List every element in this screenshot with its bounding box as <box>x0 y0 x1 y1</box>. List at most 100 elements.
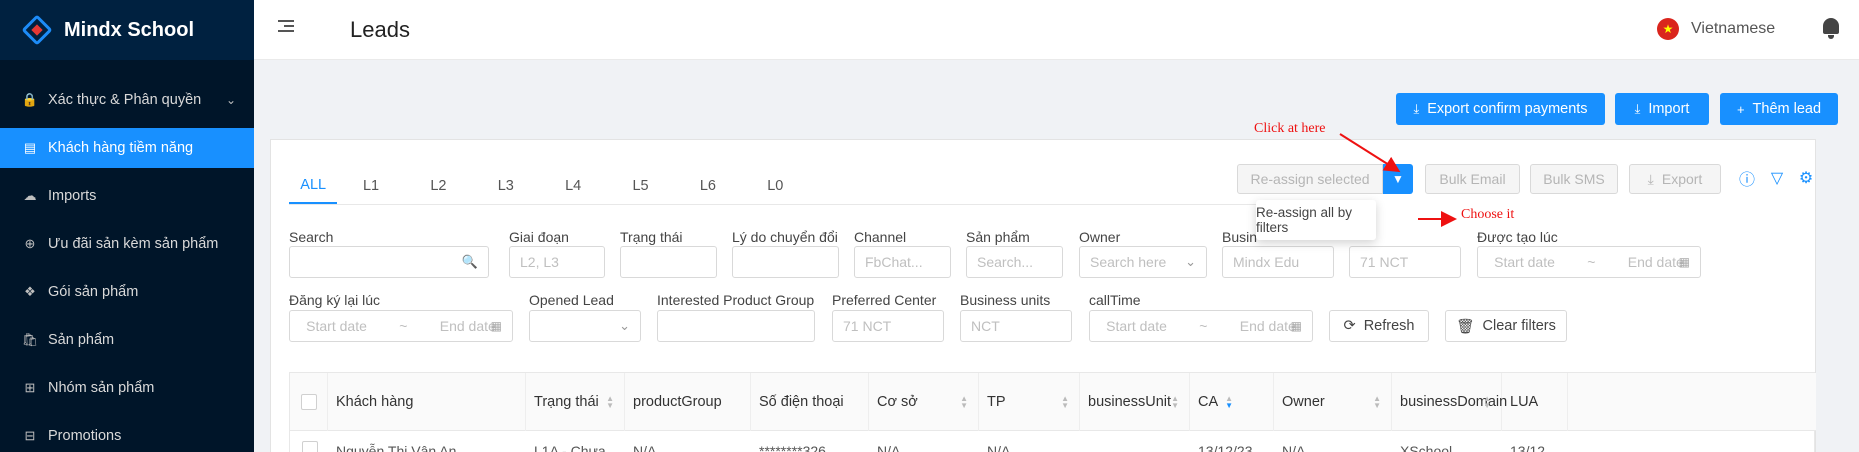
re-register-range[interactable]: Start date ~ End date ▦ <box>289 310 513 342</box>
search-label: Search <box>289 229 334 245</box>
owner-select[interactable]: Search here ⌄ <box>1079 246 1207 278</box>
sidebar-item-product-groups[interactable]: ⊞ Nhóm sản phẩm <box>0 368 254 408</box>
column-label: LUA <box>1510 394 1539 410</box>
column-label: Số điện thoại <box>759 394 844 410</box>
col-business-domain[interactable]: businessDomain ▲ ▼ <box>1392 373 1507 431</box>
app-name: Mindx School <box>64 18 194 41</box>
button-label: Clear filters <box>1482 318 1556 334</box>
language-selector[interactable]: ★ Vietnamese <box>1657 18 1775 40</box>
row-checkbox[interactable] <box>302 441 318 452</box>
col-business-unit[interactable]: businessUnit ▲ ▼ <box>1080 373 1190 431</box>
table-row[interactable]: Nguyễn Thị Vân An L1A - Chưa ... N/A ***… <box>290 431 1816 452</box>
sort-icon: ▲ ▼ <box>1171 394 1179 410</box>
bulk-email-button[interactable]: Bulk Email <box>1425 164 1520 194</box>
add-lead-button[interactable]: + Thêm lead <box>1720 93 1838 125</box>
tab-l1[interactable]: L1 <box>337 168 404 204</box>
contacts-icon: ▤ <box>23 140 37 155</box>
refresh-icon: ⟳ <box>1343 318 1356 334</box>
reassign-dropdown-button[interactable]: ▼ <box>1383 164 1413 194</box>
sidebar-item-auth[interactable]: 🔒 Xác thực & Phân quyền ⌄ <box>0 80 254 120</box>
reassign-all-option[interactable]: Re-assign all by filters <box>1256 200 1376 240</box>
tab-l2[interactable]: L2 <box>405 168 472 204</box>
product-select[interactable]: Search... <box>966 246 1063 278</box>
calendar-icon: ▦ <box>1290 319 1302 333</box>
business-select[interactable]: Mindx Edu <box>1222 246 1334 278</box>
business-units-select[interactable]: NCT <box>960 310 1072 342</box>
button-label: Thêm lead <box>1752 101 1822 117</box>
column-label: Trạng thái <box>534 394 599 410</box>
info-icon[interactable]: ⓘ <box>1737 168 1757 189</box>
tab-l4[interactable]: L4 <box>540 168 607 204</box>
tab-l0[interactable]: L0 <box>742 168 809 204</box>
col-lua[interactable]: LUA <box>1502 373 1568 431</box>
sidebar-item-product-packages[interactable]: ❖ Gói sản phẩm <box>0 272 254 312</box>
sort-icon: ▲ ▼ <box>606 394 614 410</box>
sidebar-item-imports[interactable]: ☁ Imports <box>0 176 254 216</box>
refresh-button[interactable]: ⟳ Refresh <box>1329 310 1429 342</box>
annotation-click: Click at here <box>1254 121 1326 136</box>
stage-select[interactable]: L2, L3 <box>509 246 605 278</box>
cell-center: N/A <box>877 443 901 452</box>
tab-l3[interactable]: L3 <box>472 168 539 204</box>
lock-icon: 🔒 <box>21 92 39 107</box>
center-select[interactable]: 71 NCT <box>1349 246 1461 278</box>
sidebar-item-leads[interactable]: ▤ Khách hàng tiềm năng <box>0 128 254 168</box>
cloud-upload-icon: ☁ <box>23 188 37 203</box>
stage-label: Giai đoạn <box>509 229 569 245</box>
business-label: Busin <box>1222 229 1258 245</box>
tab-l6[interactable]: L6 <box>674 168 741 204</box>
col-center[interactable]: Cơ sở ▲ ▼ <box>869 373 979 431</box>
conversion-reason-select[interactable] <box>732 246 839 278</box>
button-label: Refresh <box>1363 318 1415 334</box>
interested-group-select[interactable] <box>657 310 815 342</box>
gear-icon[interactable]: ⚙ <box>1796 168 1816 188</box>
cell-ca: 13/12/23 <box>1198 443 1253 452</box>
plus-circle-icon: ⊕ <box>24 236 36 251</box>
clear-filters-button[interactable]: 🗑 Clear filters <box>1445 310 1567 342</box>
gift-icon: ⊟ <box>24 428 36 443</box>
sidebar-item-label: Ưu đãi sản kèm sản phẩm <box>48 236 219 252</box>
import-button[interactable]: ⤓ Import <box>1615 93 1709 125</box>
tab-all[interactable]: ALL <box>289 168 338 204</box>
export-button[interactable]: ⤓ Export <box>1629 164 1721 194</box>
menu-toggle-icon[interactable] <box>278 20 294 34</box>
cell-customer[interactable]: Nguyễn Thị Vân An <box>336 443 456 452</box>
bulk-sms-button[interactable]: Bulk SMS <box>1530 164 1618 194</box>
search-input[interactable]: 🔍 <box>289 246 489 278</box>
bell-icon[interactable] <box>1820 16 1842 40</box>
sidebar-item-promotions[interactable]: ⊟ Promotions <box>0 416 254 452</box>
export-confirm-payments-button[interactable]: ⤓ Export confirm payments <box>1396 93 1605 125</box>
calltime-label: callTime <box>1089 292 1141 308</box>
sidebar-item-label: Sản phẩm <box>48 332 115 348</box>
start-date: Start date <box>1494 254 1555 270</box>
tab-l5[interactable]: L5 <box>607 168 674 204</box>
end-date: End date <box>1627 254 1684 270</box>
reassign-selected-button[interactable]: Re-assign selected <box>1237 164 1383 194</box>
col-customer[interactable]: Khách hàng <box>328 373 526 431</box>
leads-card: ALL L1 L2 L3 L4 L5 L6 L0 Re-assign selec… <box>270 139 1816 452</box>
re-register-label: Đăng ký lại lúc <box>289 292 381 308</box>
sidebar-item-products[interactable]: 🛍 Sản phẩm <box>0 320 254 360</box>
filter-icon[interactable]: ▽ <box>1767 168 1787 188</box>
status-select[interactable] <box>620 246 717 278</box>
col-city[interactable]: TP ▲ ▼ <box>979 373 1080 431</box>
page-title: Leads <box>350 17 410 42</box>
col-status[interactable]: Trạng thái ▲ ▼ <box>526 373 625 431</box>
col-owner[interactable]: Owner ▲ ▼ <box>1274 373 1392 431</box>
select-all-checkbox[interactable] <box>300 394 317 410</box>
col-product-group[interactable]: productGroup <box>625 373 751 431</box>
col-phone[interactable]: Số điện thoại <box>751 373 869 431</box>
column-label: Owner <box>1282 394 1325 410</box>
opened-lead-select[interactable]: ⌄ <box>529 310 641 342</box>
cell-owner: N/A <box>1282 443 1306 452</box>
preferred-center-select[interactable]: 71 NCT <box>832 310 944 342</box>
channel-select[interactable]: FbChat... <box>854 246 951 278</box>
col-ca[interactable]: CA ▲ ▼ <box>1190 373 1274 431</box>
calltime-range[interactable]: Start date ~ End date ▦ <box>1089 310 1313 342</box>
logo[interactable]: Mindx School <box>0 0 254 60</box>
table-header: Khách hàng Trạng thái ▲ ▼ productGroup Số … <box>290 373 1816 431</box>
top-header: Leads ★ Vietnamese <box>254 0 1859 60</box>
sidebar-item-bundled-offers[interactable]: ⊕ Ưu đãi sản kèm sản phẩm <box>0 224 254 264</box>
created-at-range[interactable]: Start date ~ End date ▦ <box>1477 246 1701 278</box>
sort-icon: ▲ ▼ <box>1061 394 1069 410</box>
